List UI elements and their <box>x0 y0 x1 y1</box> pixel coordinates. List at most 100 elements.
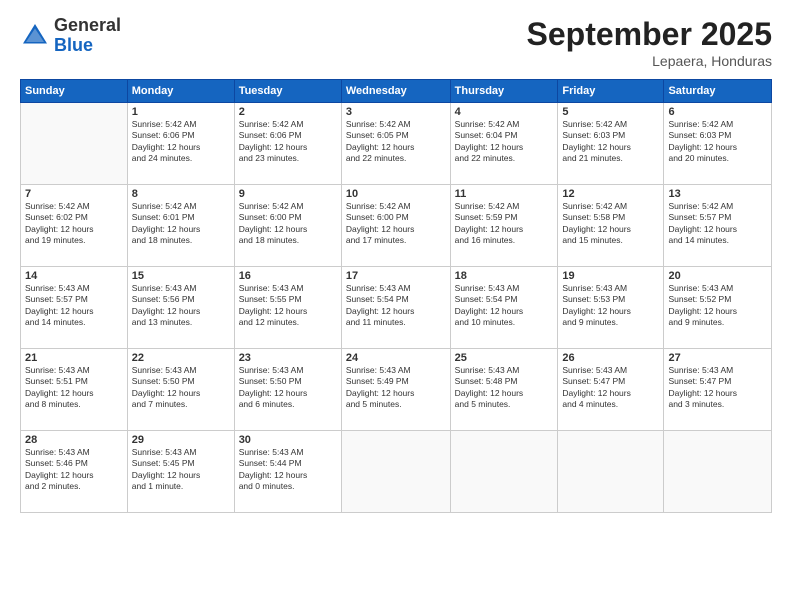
calendar-row: 28Sunrise: 5:43 AM Sunset: 5:46 PM Dayli… <box>21 431 772 513</box>
table-row: 27Sunrise: 5:43 AM Sunset: 5:47 PM Dayli… <box>664 349 772 431</box>
cell-info: Sunrise: 5:42 AM Sunset: 6:03 PM Dayligh… <box>562 119 659 165</box>
cell-info: Sunrise: 5:43 AM Sunset: 5:50 PM Dayligh… <box>239 365 337 411</box>
month-title: September 2025 <box>527 16 772 53</box>
col-wednesday: Wednesday <box>341 80 450 103</box>
table-row: 28Sunrise: 5:43 AM Sunset: 5:46 PM Dayli… <box>21 431 128 513</box>
cell-info: Sunrise: 5:42 AM Sunset: 6:03 PM Dayligh… <box>668 119 767 165</box>
day-number: 20 <box>668 270 767 282</box>
calendar-row: 14Sunrise: 5:43 AM Sunset: 5:57 PM Dayli… <box>21 267 772 349</box>
table-row: 30Sunrise: 5:43 AM Sunset: 5:44 PM Dayli… <box>234 431 341 513</box>
calendar-row: 1Sunrise: 5:42 AM Sunset: 6:06 PM Daylig… <box>21 103 772 185</box>
logo-general: General <box>54 16 121 36</box>
table-row: 8Sunrise: 5:42 AM Sunset: 6:01 PM Daylig… <box>127 185 234 267</box>
cell-info: Sunrise: 5:43 AM Sunset: 5:45 PM Dayligh… <box>132 447 230 493</box>
day-number: 17 <box>346 270 446 282</box>
cell-info: Sunrise: 5:43 AM Sunset: 5:55 PM Dayligh… <box>239 283 337 329</box>
table-row: 2Sunrise: 5:42 AM Sunset: 6:06 PM Daylig… <box>234 103 341 185</box>
cell-info: Sunrise: 5:42 AM Sunset: 6:04 PM Dayligh… <box>455 119 554 165</box>
title-block: September 2025 Lepaera, Honduras <box>527 16 772 69</box>
cell-info: Sunrise: 5:43 AM Sunset: 5:57 PM Dayligh… <box>25 283 123 329</box>
cell-info: Sunrise: 5:43 AM Sunset: 5:54 PM Dayligh… <box>455 283 554 329</box>
logo-text: General Blue <box>54 16 121 56</box>
table-row: 1Sunrise: 5:42 AM Sunset: 6:06 PM Daylig… <box>127 103 234 185</box>
day-number: 9 <box>239 188 337 200</box>
cell-info: Sunrise: 5:43 AM Sunset: 5:49 PM Dayligh… <box>346 365 446 411</box>
cell-info: Sunrise: 5:43 AM Sunset: 5:48 PM Dayligh… <box>455 365 554 411</box>
cell-info: Sunrise: 5:42 AM Sunset: 5:59 PM Dayligh… <box>455 201 554 247</box>
logo: General Blue <box>20 16 121 56</box>
col-friday: Friday <box>558 80 664 103</box>
cell-info: Sunrise: 5:42 AM Sunset: 6:01 PM Dayligh… <box>132 201 230 247</box>
cell-info: Sunrise: 5:43 AM Sunset: 5:47 PM Dayligh… <box>562 365 659 411</box>
col-saturday: Saturday <box>664 80 772 103</box>
calendar-row: 21Sunrise: 5:43 AM Sunset: 5:51 PM Dayli… <box>21 349 772 431</box>
day-number: 10 <box>346 188 446 200</box>
table-row <box>558 431 664 513</box>
cell-info: Sunrise: 5:43 AM Sunset: 5:44 PM Dayligh… <box>239 447 337 493</box>
day-number: 23 <box>239 352 337 364</box>
day-number: 27 <box>668 352 767 364</box>
cell-info: Sunrise: 5:42 AM Sunset: 5:58 PM Dayligh… <box>562 201 659 247</box>
col-thursday: Thursday <box>450 80 558 103</box>
logo-icon <box>20 21 50 51</box>
table-row: 29Sunrise: 5:43 AM Sunset: 5:45 PM Dayli… <box>127 431 234 513</box>
cell-info: Sunrise: 5:42 AM Sunset: 6:06 PM Dayligh… <box>239 119 337 165</box>
col-monday: Monday <box>127 80 234 103</box>
day-number: 26 <box>562 352 659 364</box>
logo-blue: Blue <box>54 36 121 56</box>
day-number: 30 <box>239 434 337 446</box>
day-number: 28 <box>25 434 123 446</box>
cell-info: Sunrise: 5:43 AM Sunset: 5:53 PM Dayligh… <box>562 283 659 329</box>
calendar: Sunday Monday Tuesday Wednesday Thursday… <box>20 79 772 513</box>
day-number: 6 <box>668 106 767 118</box>
table-row: 6Sunrise: 5:42 AM Sunset: 6:03 PM Daylig… <box>664 103 772 185</box>
table-row: 25Sunrise: 5:43 AM Sunset: 5:48 PM Dayli… <box>450 349 558 431</box>
day-number: 11 <box>455 188 554 200</box>
cell-info: Sunrise: 5:43 AM Sunset: 5:56 PM Dayligh… <box>132 283 230 329</box>
day-number: 12 <box>562 188 659 200</box>
table-row: 16Sunrise: 5:43 AM Sunset: 5:55 PM Dayli… <box>234 267 341 349</box>
day-number: 21 <box>25 352 123 364</box>
table-row <box>21 103 128 185</box>
table-row: 22Sunrise: 5:43 AM Sunset: 5:50 PM Dayli… <box>127 349 234 431</box>
day-number: 24 <box>346 352 446 364</box>
cell-info: Sunrise: 5:42 AM Sunset: 6:06 PM Dayligh… <box>132 119 230 165</box>
table-row: 9Sunrise: 5:42 AM Sunset: 6:00 PM Daylig… <box>234 185 341 267</box>
cell-info: Sunrise: 5:43 AM Sunset: 5:52 PM Dayligh… <box>668 283 767 329</box>
day-number: 14 <box>25 270 123 282</box>
day-number: 1 <box>132 106 230 118</box>
cell-info: Sunrise: 5:42 AM Sunset: 6:00 PM Dayligh… <box>239 201 337 247</box>
cell-info: Sunrise: 5:42 AM Sunset: 6:05 PM Dayligh… <box>346 119 446 165</box>
cell-info: Sunrise: 5:42 AM Sunset: 6:00 PM Dayligh… <box>346 201 446 247</box>
day-number: 8 <box>132 188 230 200</box>
table-row <box>664 431 772 513</box>
day-number: 7 <box>25 188 123 200</box>
cell-info: Sunrise: 5:43 AM Sunset: 5:51 PM Dayligh… <box>25 365 123 411</box>
col-tuesday: Tuesday <box>234 80 341 103</box>
col-sunday: Sunday <box>21 80 128 103</box>
day-number: 22 <box>132 352 230 364</box>
table-row: 13Sunrise: 5:42 AM Sunset: 5:57 PM Dayli… <box>664 185 772 267</box>
table-row: 10Sunrise: 5:42 AM Sunset: 6:00 PM Dayli… <box>341 185 450 267</box>
table-row: 4Sunrise: 5:42 AM Sunset: 6:04 PM Daylig… <box>450 103 558 185</box>
table-row: 23Sunrise: 5:43 AM Sunset: 5:50 PM Dayli… <box>234 349 341 431</box>
day-number: 25 <box>455 352 554 364</box>
cell-info: Sunrise: 5:43 AM Sunset: 5:50 PM Dayligh… <box>132 365 230 411</box>
calendar-header-row: Sunday Monday Tuesday Wednesday Thursday… <box>21 80 772 103</box>
table-row: 7Sunrise: 5:42 AM Sunset: 6:02 PM Daylig… <box>21 185 128 267</box>
table-row: 20Sunrise: 5:43 AM Sunset: 5:52 PM Dayli… <box>664 267 772 349</box>
table-row: 14Sunrise: 5:43 AM Sunset: 5:57 PM Dayli… <box>21 267 128 349</box>
day-number: 16 <box>239 270 337 282</box>
table-row: 5Sunrise: 5:42 AM Sunset: 6:03 PM Daylig… <box>558 103 664 185</box>
cell-info: Sunrise: 5:42 AM Sunset: 5:57 PM Dayligh… <box>668 201 767 247</box>
cell-info: Sunrise: 5:43 AM Sunset: 5:46 PM Dayligh… <box>25 447 123 493</box>
page-header: General Blue September 2025 Lepaera, Hon… <box>20 16 772 69</box>
day-number: 19 <box>562 270 659 282</box>
cell-info: Sunrise: 5:43 AM Sunset: 5:47 PM Dayligh… <box>668 365 767 411</box>
table-row <box>341 431 450 513</box>
table-row <box>450 431 558 513</box>
cell-info: Sunrise: 5:43 AM Sunset: 5:54 PM Dayligh… <box>346 283 446 329</box>
table-row: 12Sunrise: 5:42 AM Sunset: 5:58 PM Dayli… <box>558 185 664 267</box>
day-number: 3 <box>346 106 446 118</box>
table-row: 24Sunrise: 5:43 AM Sunset: 5:49 PM Dayli… <box>341 349 450 431</box>
